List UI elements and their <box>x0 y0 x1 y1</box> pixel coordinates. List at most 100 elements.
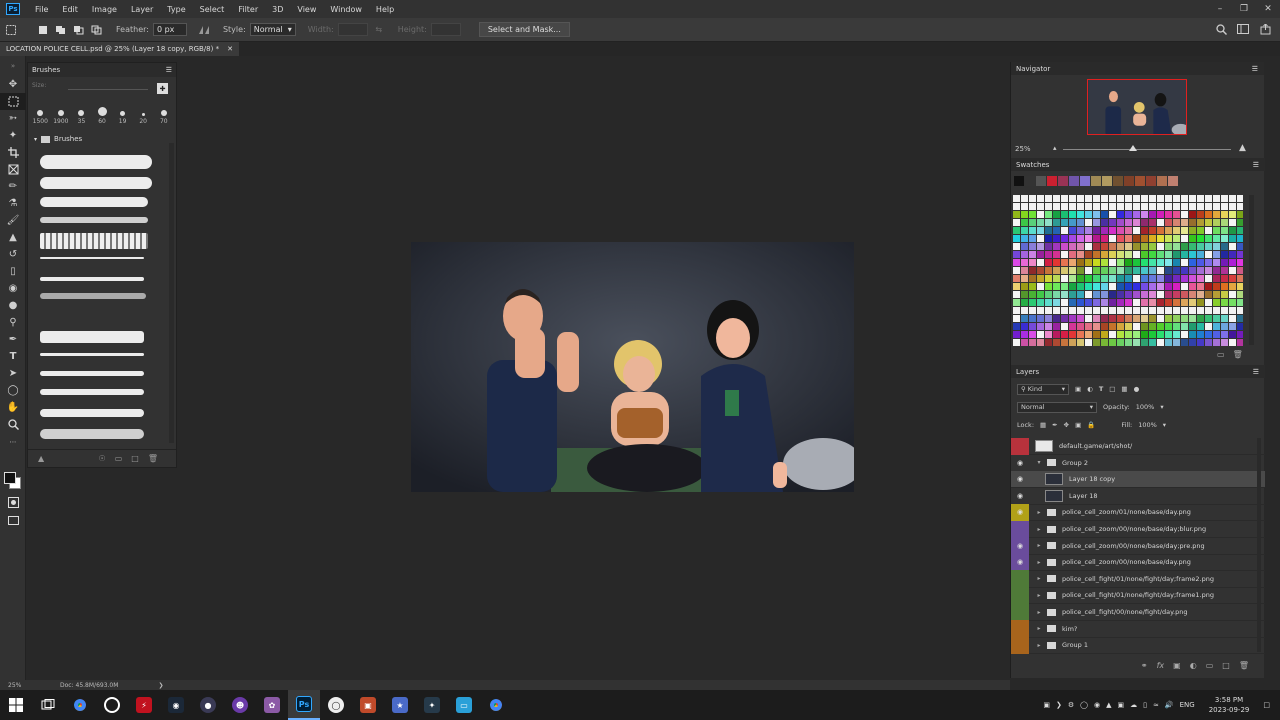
chevron-right-icon[interactable]: ▸ <box>1035 592 1043 599</box>
brush-stroke[interactable] <box>40 197 148 207</box>
intersect-selection-icon[interactable] <box>90 23 104 37</box>
frame-tool-icon[interactable] <box>0 161 26 178</box>
lock-transparent-icon[interactable]: ▦ <box>1040 421 1046 429</box>
battery-icon[interactable]: ▯ <box>1143 701 1147 709</box>
filter-type-icon[interactable]: T <box>1099 385 1103 393</box>
color-swatch[interactable] <box>1113 176 1123 186</box>
layer-row[interactable]: ◉ ▸ police_cell_zoom/00/none/base/day.png <box>1011 553 1265 572</box>
style-select[interactable]: Normal ▾ <box>249 23 296 36</box>
layer-style-icon[interactable]: fx <box>1157 661 1165 670</box>
new-group-icon[interactable]: ▭ <box>1206 661 1214 670</box>
brush-stroke[interactable] <box>40 233 148 249</box>
brush-preset[interactable]: 60 <box>92 101 113 125</box>
layer-visibility-toggle[interactable]: ◉ <box>1011 454 1029 471</box>
lock-image-icon[interactable]: ✒ <box>1052 421 1057 429</box>
status-arrow-icon[interactable]: ❯ <box>158 682 163 689</box>
chevron-right-icon[interactable]: ▸ <box>1035 542 1043 549</box>
color-swatch[interactable] <box>1168 176 1178 186</box>
layer-visibility-toggle[interactable] <box>1011 603 1029 621</box>
layer-visibility-toggle[interactable] <box>1011 570 1029 588</box>
taskbar-chrome[interactable] <box>64 690 96 720</box>
notification-icon[interactable]: □ <box>1263 701 1270 709</box>
folder-icon[interactable]: ▭ <box>115 454 123 463</box>
layer-visibility-toggle[interactable]: ◉ <box>1011 537 1029 555</box>
share-icon[interactable] <box>1258 22 1272 36</box>
crop-tool-icon[interactable] <box>0 144 26 161</box>
chevron-down-icon[interactable]: ▾ <box>1163 421 1166 429</box>
layer-kind-filter[interactable]: ⚲ Kind ▾ <box>1017 383 1069 395</box>
color-swatch[interactable] <box>1135 176 1145 186</box>
panel-menu-icon[interactable]: ☰ <box>1253 368 1259 376</box>
brush-stroke[interactable] <box>40 217 148 223</box>
brush-preset[interactable]: 1500 <box>30 101 51 125</box>
clock[interactable]: 3:58 PM 2023-09-29 <box>1209 695 1250 715</box>
color-swatch[interactable] <box>1047 176 1057 186</box>
brush-size-slider[interactable] <box>68 89 148 90</box>
layer-row[interactable]: ▸ police_cell_fight/01/none/fight/day;fra… <box>1011 570 1265 588</box>
width-input[interactable] <box>337 23 368 36</box>
color-swatch[interactable] <box>1036 176 1046 186</box>
chevron-down-icon[interactable]: ▾ <box>1035 459 1043 466</box>
trash-icon[interactable]: 🗑 <box>1239 661 1249 670</box>
clone-stamp-tool-icon[interactable]: ▲ <box>0 229 26 246</box>
brush-preset[interactable]: 20 <box>133 101 154 125</box>
menu-window[interactable]: Window <box>323 5 369 14</box>
layer-row[interactable]: ◉ ▸ police_cell_zoom/01/none/base/day.png <box>1011 503 1265 522</box>
taskbar-github[interactable]: ☻ <box>224 690 256 720</box>
taskbar-app-pink[interactable]: ✿ <box>256 690 288 720</box>
chevron-right-icon[interactable]: ▸ <box>1035 559 1043 566</box>
layer-mask-icon[interactable]: ▣ <box>1173 661 1181 670</box>
brush-stroke[interactable] <box>40 293 146 299</box>
brush-stroke[interactable] <box>40 331 144 343</box>
task-view-button[interactable] <box>32 690 64 720</box>
taskbar-app-blue[interactable]: ★ <box>384 690 416 720</box>
quick-mask-icon[interactable] <box>0 494 26 511</box>
taskbar-photoshop[interactable]: Ps <box>288 690 320 720</box>
more-tools-icon[interactable]: ⋯ <box>0 433 26 450</box>
layer-visibility-toggle[interactable]: ◉ <box>1011 553 1029 571</box>
tray-app-icon[interactable]: ◉ <box>1094 701 1100 709</box>
new-brush-icon[interactable]: ✚ <box>157 83 168 94</box>
tray-app-icon[interactable]: ◯ <box>1080 701 1088 709</box>
layer-visibility-toggle[interactable] <box>1011 437 1029 455</box>
lasso-tool-icon[interactable]: ➳ <box>0 110 26 127</box>
type-tool-icon[interactable]: T <box>0 348 26 365</box>
swatch-palette[interactable] <box>1011 195 1244 347</box>
panel-menu-icon[interactable]: ☰ <box>1252 65 1258 73</box>
brush-size-up-icon[interactable]: ▲ <box>38 454 44 463</box>
navigator-zoom-value[interactable]: 25% <box>1015 145 1031 153</box>
brushes-scrollbar[interactable] <box>169 143 174 443</box>
add-selection-icon[interactable] <box>54 23 68 37</box>
marquee-tool-icon[interactable] <box>4 23 18 37</box>
history-brush-tool-icon[interactable]: ↺ <box>0 246 26 263</box>
brush-stroke[interactable] <box>40 177 152 189</box>
brush-stroke[interactable] <box>40 371 144 376</box>
layer-row[interactable]: ▸ police_cell_fight/01/none/fight/day;fra… <box>1011 586 1265 605</box>
quick-selection-tool-icon[interactable]: ✦ <box>0 127 26 144</box>
brush-stroke[interactable] <box>40 409 144 417</box>
restore-icon[interactable]: ❐ <box>1232 0 1256 18</box>
document-tab[interactable]: LOCATION POLICE CELL.psd @ 25% (Layer 18… <box>0 42 239 56</box>
trash-icon[interactable]: 🗑 <box>148 454 158 463</box>
color-swatch[interactable] <box>1080 176 1090 186</box>
search-icon[interactable] <box>1214 22 1228 36</box>
minimize-icon[interactable]: – <box>1208 0 1232 18</box>
menu-view[interactable]: View <box>290 5 323 14</box>
lock-position-icon[interactable]: ✥ <box>1064 421 1069 429</box>
chevron-right-icon[interactable]: ▸ <box>1035 575 1043 582</box>
layer-row[interactable]: ◉ ▾ Group 2 <box>1011 455 1265 472</box>
layer-row[interactable]: ▸ kim? <box>1011 620 1265 638</box>
color-swatch[interactable] <box>1102 176 1112 186</box>
new-selection-icon[interactable] <box>36 23 50 37</box>
zoom-out-icon[interactable]: ▴ <box>1053 144 1057 152</box>
layer-visibility-toggle[interactable] <box>1011 586 1029 604</box>
layer-row[interactable]: default.game/art/shot/ <box>1011 437 1265 455</box>
taskbar-app-dark[interactable]: ✦ <box>416 690 448 720</box>
menu-filter[interactable]: Filter <box>231 5 265 14</box>
chevron-right-icon[interactable]: ▸ <box>1035 509 1043 516</box>
taskbar-app-game[interactable]: ▣ <box>352 690 384 720</box>
volume-icon[interactable]: 🔊 <box>1165 701 1174 709</box>
chevron-up-icon[interactable]: ❯ <box>1056 701 1062 709</box>
wifi-icon[interactable]: ≈ <box>1153 701 1159 709</box>
zoom-tool-icon[interactable] <box>0 416 26 433</box>
